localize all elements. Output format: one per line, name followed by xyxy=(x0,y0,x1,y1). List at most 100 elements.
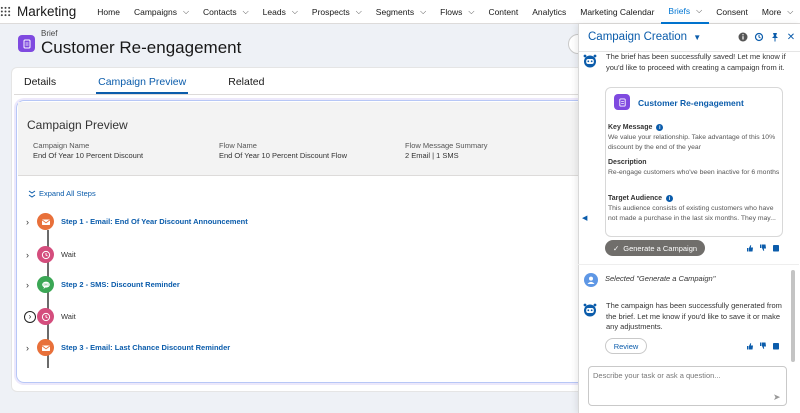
generate-campaign-label: Generate a Campaign xyxy=(623,243,698,253)
nav-items: Home Campaigns ⌵ Contacts ⌵ Leads ⌵ Prospects ⌵ S… xyxy=(90,0,800,24)
step-label[interactable]: Step 1 - Email: End Of Year Discount Ann… xyxy=(61,217,248,226)
svg-text:SMS: SMS xyxy=(43,282,49,286)
panel-header-icons: ✕ xyxy=(738,32,796,43)
nav-item-more[interactable]: More ⌵ xyxy=(755,0,800,24)
chevron-right-icon[interactable]: › xyxy=(26,280,36,290)
record-tabs: Details Campaign Preview Related xyxy=(22,72,304,94)
flow-name-label: Flow Name xyxy=(219,141,257,150)
flow-step[interactable]: › Wait xyxy=(26,246,76,263)
copy-icon[interactable] xyxy=(772,342,780,350)
bot-avatar-icon xyxy=(583,303,597,320)
nav-item-label: Flows xyxy=(440,6,463,17)
close-icon[interactable]: ✕ xyxy=(786,32,796,43)
key-message-heading: Key Message i xyxy=(608,124,664,131)
chevron-down-icon[interactable]: ▼ xyxy=(693,33,701,42)
target-audience-heading: Target Audience i xyxy=(608,195,674,202)
nav-item-label: More xyxy=(761,6,782,17)
flow-step[interactable]: › Wait xyxy=(24,308,76,325)
pin-icon[interactable] xyxy=(770,32,780,42)
chevron-down-icon[interactable]: ⌵ xyxy=(292,7,298,17)
expand-icon xyxy=(28,190,36,198)
card-pointer-icon: ◀ xyxy=(582,215,588,222)
brief-card-title[interactable]: Customer Re-engagement xyxy=(638,98,744,108)
nav-item-label: Segments xyxy=(375,6,415,17)
campaign-name-value: End Of Year 10 Percent Discount xyxy=(33,151,144,160)
key-message-text: We value your relationship. Take advanta… xyxy=(608,134,776,151)
send-icon[interactable]: ➤ xyxy=(773,392,781,403)
flow-step[interactable]: › Step 1 - Email: End Of Year Discount A… xyxy=(26,213,248,230)
email-icon xyxy=(37,339,54,356)
nav-item-label: Prospects xyxy=(311,6,350,17)
tab-divider xyxy=(14,94,594,95)
top-nav-bar: Marketing Home Campaigns ⌵ Contacts ⌵ Leads ⌵ P… xyxy=(0,0,800,24)
nav-item-label: Campaigns xyxy=(133,6,177,17)
app-launcher-icon[interactable] xyxy=(0,0,11,24)
nav-item-label: Leads xyxy=(262,6,286,17)
expand-all-steps-link[interactable]: Expand All Steps xyxy=(28,189,96,198)
info-icon[interactable]: i xyxy=(656,124,664,131)
description-label: Description xyxy=(608,159,647,166)
chevron-down-icon[interactable]: ⌵ xyxy=(356,7,362,17)
flow-name-value: End Of Year 10 Percent Discount Flow xyxy=(219,151,347,160)
copy-icon[interactable] xyxy=(772,244,780,252)
flow-step[interactable]: › Step 3 - Email: Last Chance Discount R… xyxy=(26,339,230,356)
chevron-right-icon[interactable]: › xyxy=(26,343,36,353)
nav-item-consent[interactable]: Consent xyxy=(709,0,755,24)
thumbs-down-icon[interactable] xyxy=(759,342,767,350)
key-message-label: Key Message xyxy=(608,124,653,131)
chevron-right-icon[interactable]: › xyxy=(26,250,36,260)
tab-campaign-preview[interactable]: Campaign Preview xyxy=(96,72,189,94)
step-label: Wait xyxy=(61,250,76,259)
chevron-down-icon[interactable]: ⌵ xyxy=(183,7,189,17)
chevron-down-icon[interactable]: ⌵ xyxy=(468,7,474,17)
thumbs-up-icon[interactable] xyxy=(746,244,754,252)
tab-related[interactable]: Related xyxy=(226,72,266,94)
chat-input-box[interactable] xyxy=(588,366,787,406)
target-audience-text: This audience consists of existing custo… xyxy=(608,205,776,222)
chevron-right-icon[interactable]: › xyxy=(26,217,36,227)
nav-item-label: Analytics xyxy=(532,6,567,17)
step-label[interactable]: Step 3 - Email: Last Chance Discount Rem… xyxy=(61,343,230,352)
app-name: Marketing xyxy=(17,4,77,19)
nav-item-marketing-calendar[interactable]: Marketing Calendar xyxy=(573,0,661,24)
campaign-preview-title: Campaign Preview xyxy=(27,118,128,132)
flow-step[interactable]: › SMS Step 2 - SMS: Discount Reminder xyxy=(26,276,180,293)
nav-item-campaigns[interactable]: Campaigns ⌵ xyxy=(127,0,196,24)
info-icon[interactable] xyxy=(738,32,748,42)
email-icon xyxy=(37,213,54,230)
nav-item-analytics[interactable]: Analytics xyxy=(525,0,573,24)
nav-item-briefs[interactable]: Briefs ⌵ xyxy=(661,0,710,24)
feedback-actions xyxy=(746,244,780,252)
bot-avatar-icon xyxy=(583,54,597,71)
thumbs-down-icon[interactable] xyxy=(759,244,767,252)
chat-input[interactable] xyxy=(593,371,773,380)
check-icon: ✓ xyxy=(612,243,620,253)
nav-item-prospects[interactable]: Prospects ⌵ xyxy=(305,0,369,24)
campaign-name-label: Campaign Name xyxy=(33,141,90,150)
info-icon[interactable]: i xyxy=(666,195,674,202)
feedback-actions xyxy=(746,342,780,350)
chevron-down-icon[interactable]: ⌵ xyxy=(696,6,702,16)
message-divider xyxy=(578,264,799,265)
chevron-down-icon[interactable]: ⌵ xyxy=(787,7,793,17)
user-message: Selected "Generate a Campaign" xyxy=(605,274,716,283)
generate-campaign-button[interactable]: ✓ Generate a Campaign xyxy=(605,240,705,256)
thumbs-up-icon[interactable] xyxy=(746,342,754,350)
chevron-down-icon[interactable]: ⌵ xyxy=(420,7,426,17)
history-icon[interactable] xyxy=(754,32,764,42)
nav-item-flows[interactable]: Flows ⌵ xyxy=(433,0,481,24)
nav-item-home[interactable]: Home xyxy=(90,0,127,24)
nav-item-label: Content xyxy=(488,6,519,17)
tab-details[interactable]: Details xyxy=(22,72,58,94)
nav-item-content[interactable]: Content xyxy=(481,0,525,24)
nav-item-contacts[interactable]: Contacts ⌵ xyxy=(196,0,256,24)
nav-item-leads[interactable]: Leads ⌵ xyxy=(256,0,305,24)
panel-title[interactable]: Campaign Creation ▼ xyxy=(588,31,701,43)
target-audience-label: Target Audience xyxy=(608,195,663,202)
step-label[interactable]: Step 2 - SMS: Discount Reminder xyxy=(61,280,180,289)
panel-scrollbar[interactable] xyxy=(791,270,795,362)
chevron-down-icon[interactable]: ⌵ xyxy=(243,7,249,17)
chevron-right-circle-icon[interactable]: › xyxy=(24,310,36,323)
review-button[interactable]: Review xyxy=(605,338,647,354)
nav-item-segments[interactable]: Segments ⌵ xyxy=(369,0,433,24)
